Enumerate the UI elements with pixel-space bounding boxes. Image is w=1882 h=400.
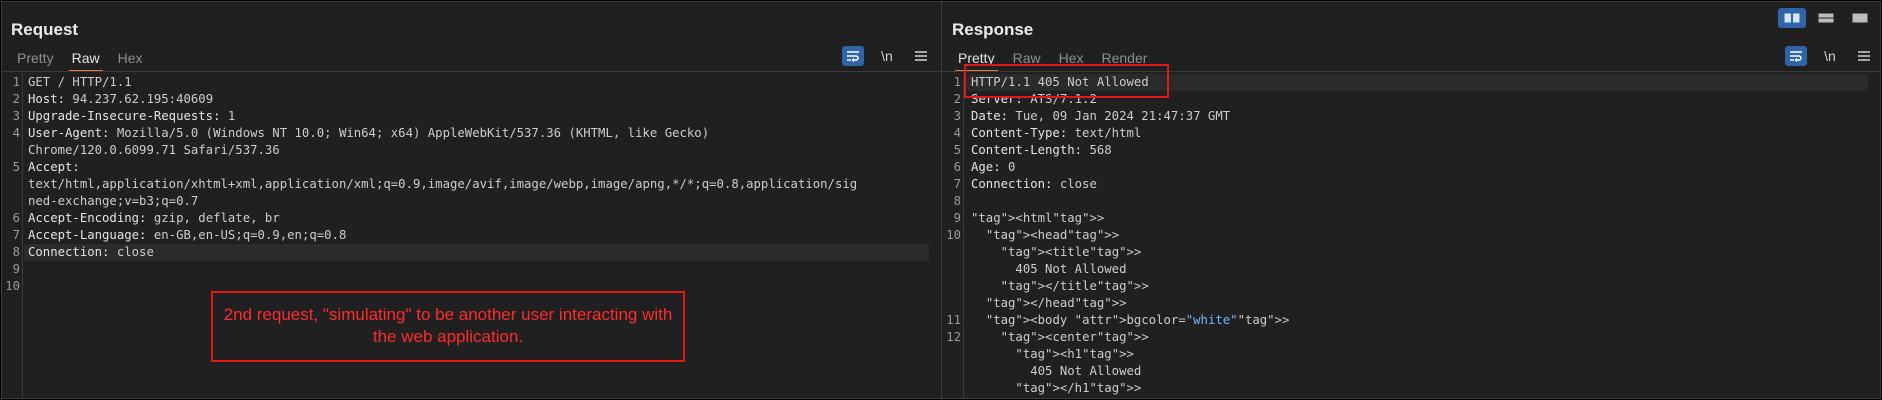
text-wrap-icon[interactable] bbox=[842, 46, 864, 66]
single-pane-icon[interactable] bbox=[1846, 8, 1874, 28]
code-line: GET / HTTP/1.1 bbox=[28, 75, 132, 89]
line-number: 1 bbox=[12, 75, 20, 89]
request-tab-divider bbox=[2, 71, 941, 72]
line-number: 2 bbox=[12, 92, 20, 106]
response-viewer[interactable]: 1 2 3 4 5 6 7 8 9 10 11 12 HTTP/1.1 405 Not Allowed… bbox=[943, 74, 1880, 398]
code-line: "tag"></head"tag">> bbox=[985, 296, 1127, 310]
line-number: 7 bbox=[953, 177, 961, 191]
code-line: "tag"></h1"tag">> bbox=[1015, 381, 1142, 395]
line-number: 7 bbox=[12, 228, 20, 242]
layout-switcher bbox=[1778, 8, 1874, 28]
line-number: 6 bbox=[12, 211, 20, 225]
line-number: 8 bbox=[953, 194, 961, 208]
request-title: Request bbox=[11, 20, 79, 39]
newline-toggle-button[interactable]: \n bbox=[876, 46, 898, 66]
code-line: Upgrade-Insecure-Requests: 1 bbox=[28, 109, 236, 123]
request-gutter: 1 2 3 4 5 6 7 8 9 10 bbox=[2, 74, 23, 398]
line-number: 10 bbox=[5, 279, 20, 293]
line-number: 2 bbox=[953, 92, 961, 106]
response-gutter: 1 2 3 4 5 6 7 8 9 10 11 12 bbox=[943, 74, 964, 398]
code-line: "tag"><center"tag">> bbox=[1000, 330, 1149, 344]
line-number: 11 bbox=[946, 313, 961, 327]
code-line: "tag"><body "attr">bgcolor="white""tag">… bbox=[985, 313, 1290, 327]
split-vertical-icon[interactable] bbox=[1812, 8, 1840, 28]
request-tab-raw[interactable]: Raw bbox=[63, 48, 109, 72]
line-number: 12 bbox=[946, 330, 961, 344]
code-line: 405 Not Allowed bbox=[971, 364, 1142, 378]
code-line: Accept-Language: en-GB,en-US;q=0.9,en;q=… bbox=[28, 228, 347, 242]
code-line: 405 Not Allowed bbox=[971, 262, 1127, 276]
request-tab-hex[interactable]: Hex bbox=[109, 48, 152, 70]
text-wrap-icon[interactable] bbox=[1785, 46, 1807, 66]
code-line: Host: 94.237.62.195:40609 bbox=[28, 92, 214, 106]
line-number: 8 bbox=[12, 245, 20, 259]
code-line: "tag"><html"tag">> bbox=[971, 211, 1105, 225]
code-line: "tag"><h1"tag">> bbox=[1015, 347, 1134, 361]
hamburger-menu-icon[interactable] bbox=[910, 46, 932, 66]
code-line: "tag"></title"tag">> bbox=[1000, 279, 1149, 293]
line-number: 3 bbox=[12, 109, 20, 123]
line-number: 1 bbox=[953, 75, 961, 89]
code-line: Content-Type: text/html bbox=[971, 126, 1142, 140]
line-number: 3 bbox=[953, 109, 961, 123]
code-line: User-Agent: Mozilla/5.0 (Windows NT 10.0… bbox=[28, 126, 710, 140]
request-pane: Request Pretty Raw Hex \n 1 2 3 4 5 6 7 8 9 10 GET … bbox=[2, 2, 942, 398]
code-line: Connection: close bbox=[28, 245, 154, 259]
code-line: Chrome/120.0.6099.71 Safari/537.36 bbox=[28, 143, 280, 157]
code-line: text/html,application/xhtml+xml,applicat… bbox=[28, 177, 858, 191]
hamburger-menu-icon[interactable] bbox=[1853, 46, 1875, 66]
editor-frame: Request Pretty Raw Hex \n 1 2 3 4 5 6 7 8 9 10 GET … bbox=[1, 1, 1881, 399]
line-number: 4 bbox=[12, 126, 20, 140]
code-line: Date: Tue, 09 Jan 2024 21:47:37 GMT bbox=[971, 109, 1231, 123]
code-line: ned-exchange;v=b3;q=0.7 bbox=[28, 194, 199, 208]
code-line: Connection: close bbox=[971, 177, 1097, 191]
line-number: 5 bbox=[953, 143, 961, 157]
line-number: 10 bbox=[946, 228, 961, 242]
current-line-highlight bbox=[24, 244, 929, 261]
newline-toggle-button[interactable]: \n bbox=[1819, 46, 1841, 66]
line-number: 9 bbox=[953, 211, 961, 225]
request-tabs: Pretty Raw Hex bbox=[8, 48, 152, 72]
split-horizontal-icon[interactable] bbox=[1778, 8, 1806, 28]
request-toolbar: \n bbox=[842, 46, 932, 66]
line-number: 4 bbox=[953, 126, 961, 140]
code-line: "tag"><title"tag">> bbox=[1000, 245, 1142, 259]
code-line: Accept: bbox=[28, 160, 80, 174]
code-line: "tag"><head"tag">> bbox=[985, 228, 1120, 242]
request-tab-pretty[interactable]: Pretty bbox=[8, 48, 63, 70]
code-line: Content-Length: 568 bbox=[971, 143, 1112, 157]
highlight-box-status-line bbox=[964, 64, 1169, 98]
response-toolbar: \n bbox=[1785, 46, 1875, 66]
annotation-box: 2nd request, "simulating" to be another … bbox=[211, 291, 685, 362]
code-line: Accept-Encoding: gzip, deflate, br bbox=[28, 211, 280, 225]
line-number: 6 bbox=[953, 160, 961, 174]
response-title: Response bbox=[952, 20, 1034, 39]
line-number: 9 bbox=[12, 262, 20, 276]
response-pane: Response Pretty Raw Hex Render \n 123456789… bbox=[943, 2, 1880, 398]
code-line: Age: 0 bbox=[971, 160, 1016, 174]
line-number: 5 bbox=[12, 160, 20, 174]
